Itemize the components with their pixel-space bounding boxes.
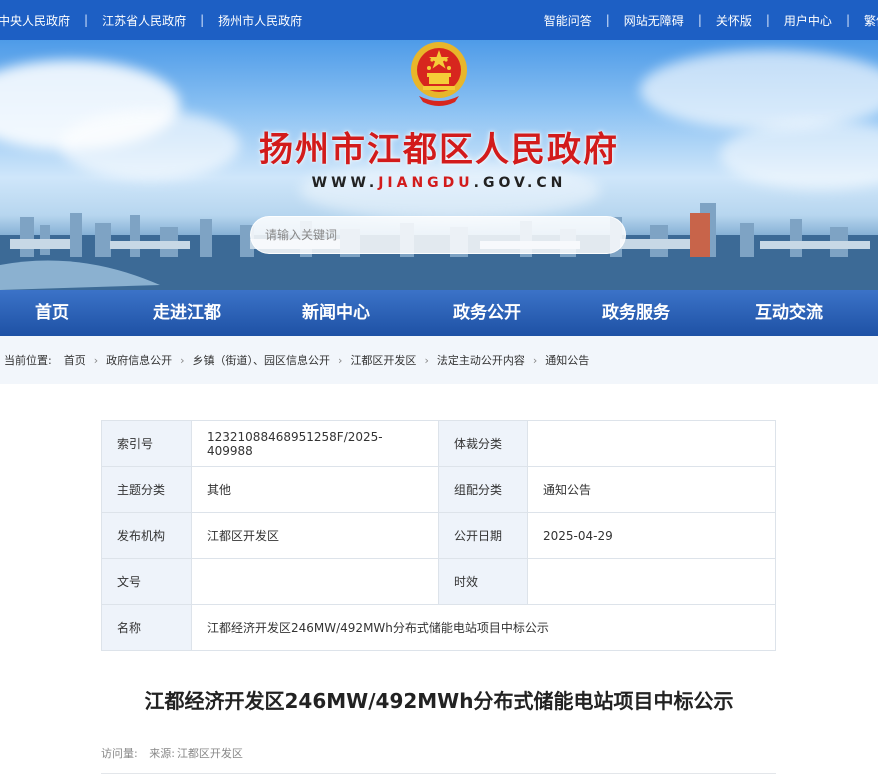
breadcrumb-dev-zone[interactable]: 江都区开发区 (350, 352, 416, 368)
info-value: 2025-04-29 (527, 512, 776, 559)
info-label: 体裁分类 (438, 420, 528, 467)
chevron-right-icon: › (532, 353, 538, 367)
info-label: 时效 (438, 558, 528, 605)
link-care-version[interactable]: 关怀版 (712, 12, 756, 29)
chevron-right-icon: › (338, 353, 343, 367)
nav-home[interactable]: 首页 (0, 290, 104, 336)
article-meta: 访问量: 来源: 江都区开发区 (101, 745, 251, 761)
source-value: 江都区开发区 (176, 747, 243, 760)
chevron-right-icon: › (180, 353, 185, 367)
link-smart-qa[interactable]: 智能问答 (540, 12, 596, 29)
divider: | (845, 13, 850, 27)
info-value: 通知公告 (527, 466, 776, 513)
info-label: 主题分类 (101, 466, 192, 513)
top-bar-right-links: 智能问答 | 网站无障碍 | 关怀版 | 用户中心 | 繁体 (540, 0, 878, 40)
source-label: 来源: (149, 747, 175, 760)
info-label: 文号 (101, 558, 192, 605)
article-title: 江都经济开发区246MW/492MWh分布式储能电站项目中标公示 (144, 689, 734, 713)
link-yangzhou-gov[interactable]: 扬州市人民政府 (214, 12, 306, 29)
info-label: 名称 (101, 604, 192, 651)
breadcrumb: 当前位置: 首页 › 政府信息公开 › 乡镇（街道）、园区信息公开 › 江都区开… (0, 336, 878, 384)
info-value: 江都经济开发区246MW/492MWh分布式储能电站项目中标公示 (191, 604, 776, 651)
info-value: 其他 (191, 466, 439, 513)
national-emblem-icon (411, 42, 467, 106)
info-value (527, 420, 776, 467)
breadcrumb-gov-info-open[interactable]: 政府信息公开 (106, 352, 172, 368)
link-jiangsu-gov[interactable]: 江苏省人民政府 (98, 12, 190, 29)
nav-gov-services[interactable]: 政务服务 (572, 290, 700, 336)
divider: | (697, 13, 702, 27)
site-url: WWW.JIANGDU.GOV.CN (311, 175, 567, 191)
top-bar-left-links: 中央人民政府 | 江苏省人民政府 | 扬州市人民政府 (0, 0, 306, 40)
link-traditional-chinese[interactable]: 繁体 (860, 12, 878, 29)
nav-interaction[interactable]: 互动交流 (700, 290, 878, 336)
info-label: 发布机构 (101, 512, 192, 559)
info-label: 索引号 (101, 420, 192, 467)
breadcrumb-home[interactable]: 首页 (64, 352, 86, 368)
info-value (191, 558, 439, 605)
table-row: 索引号 12321088468951258F/2025-409988 体裁分类 (101, 420, 776, 467)
info-label: 公开日期 (438, 512, 528, 559)
info-label: 组配分类 (438, 466, 528, 513)
chevron-right-icon: › (424, 353, 429, 367)
info-value: 江都区开发区 (191, 512, 439, 559)
breadcrumb-label: 当前位置: (4, 354, 52, 367)
table-row: 发布机构 江都区开发区 公开日期 2025-04-29 (101, 512, 776, 559)
site-title: 扬州市江都区人民政府 (259, 130, 619, 170)
table-row: 主题分类 其他 组配分类 通知公告 (101, 466, 776, 513)
breadcrumb-statutory-content[interactable]: 法定主动公开内容 (437, 352, 525, 368)
link-accessibility[interactable]: 网站无障碍 (620, 12, 688, 29)
divider (101, 773, 776, 774)
link-central-gov[interactable]: 中央人民政府 (0, 12, 74, 29)
link-user-center[interactable]: 用户中心 (780, 12, 836, 29)
info-value: 12321088468951258F/2025-409988 (191, 420, 439, 467)
nav-about-jiangdu[interactable]: 走进江都 (104, 290, 270, 336)
site-url-accent: JIANGDU (378, 175, 474, 191)
divider: | (200, 13, 205, 27)
divider: | (765, 13, 770, 27)
search-box (250, 216, 626, 254)
table-row: 名称 江都经济开发区246MW/492MWh分布式储能电站项目中标公示 (101, 604, 776, 651)
info-value (527, 558, 776, 605)
table-row: 文号 时效 (101, 558, 776, 605)
top-bar: 中央人民政府 | 江苏省人民政府 | 扬州市人民政府 智能问答 | 网站无障碍 … (0, 0, 878, 40)
document-info-table: 索引号 12321088468951258F/2025-409988 体裁分类 … (101, 420, 776, 651)
nav-gov-affairs-open[interactable]: 政务公开 (402, 290, 572, 336)
divider: | (84, 13, 89, 27)
nav-news-center[interactable]: 新闻中心 (270, 290, 402, 336)
divider: | (605, 13, 610, 27)
search-input[interactable] (265, 228, 625, 242)
header-banner: 扬州市江都区人民政府 WWW.JIANGDU.GOV.CN (0, 40, 878, 290)
views-label: 访问量: (101, 747, 138, 760)
breadcrumb-notices[interactable]: 通知公告 (545, 352, 589, 368)
chevron-right-icon: › (93, 353, 99, 367)
breadcrumb-town-park-info[interactable]: 乡镇（街道）、园区信息公开 (193, 352, 331, 368)
main-nav: 首页 走进江都 新闻中心 政务公开 政务服务 互动交流 (0, 290, 878, 336)
cloud-decoration (640, 50, 878, 130)
